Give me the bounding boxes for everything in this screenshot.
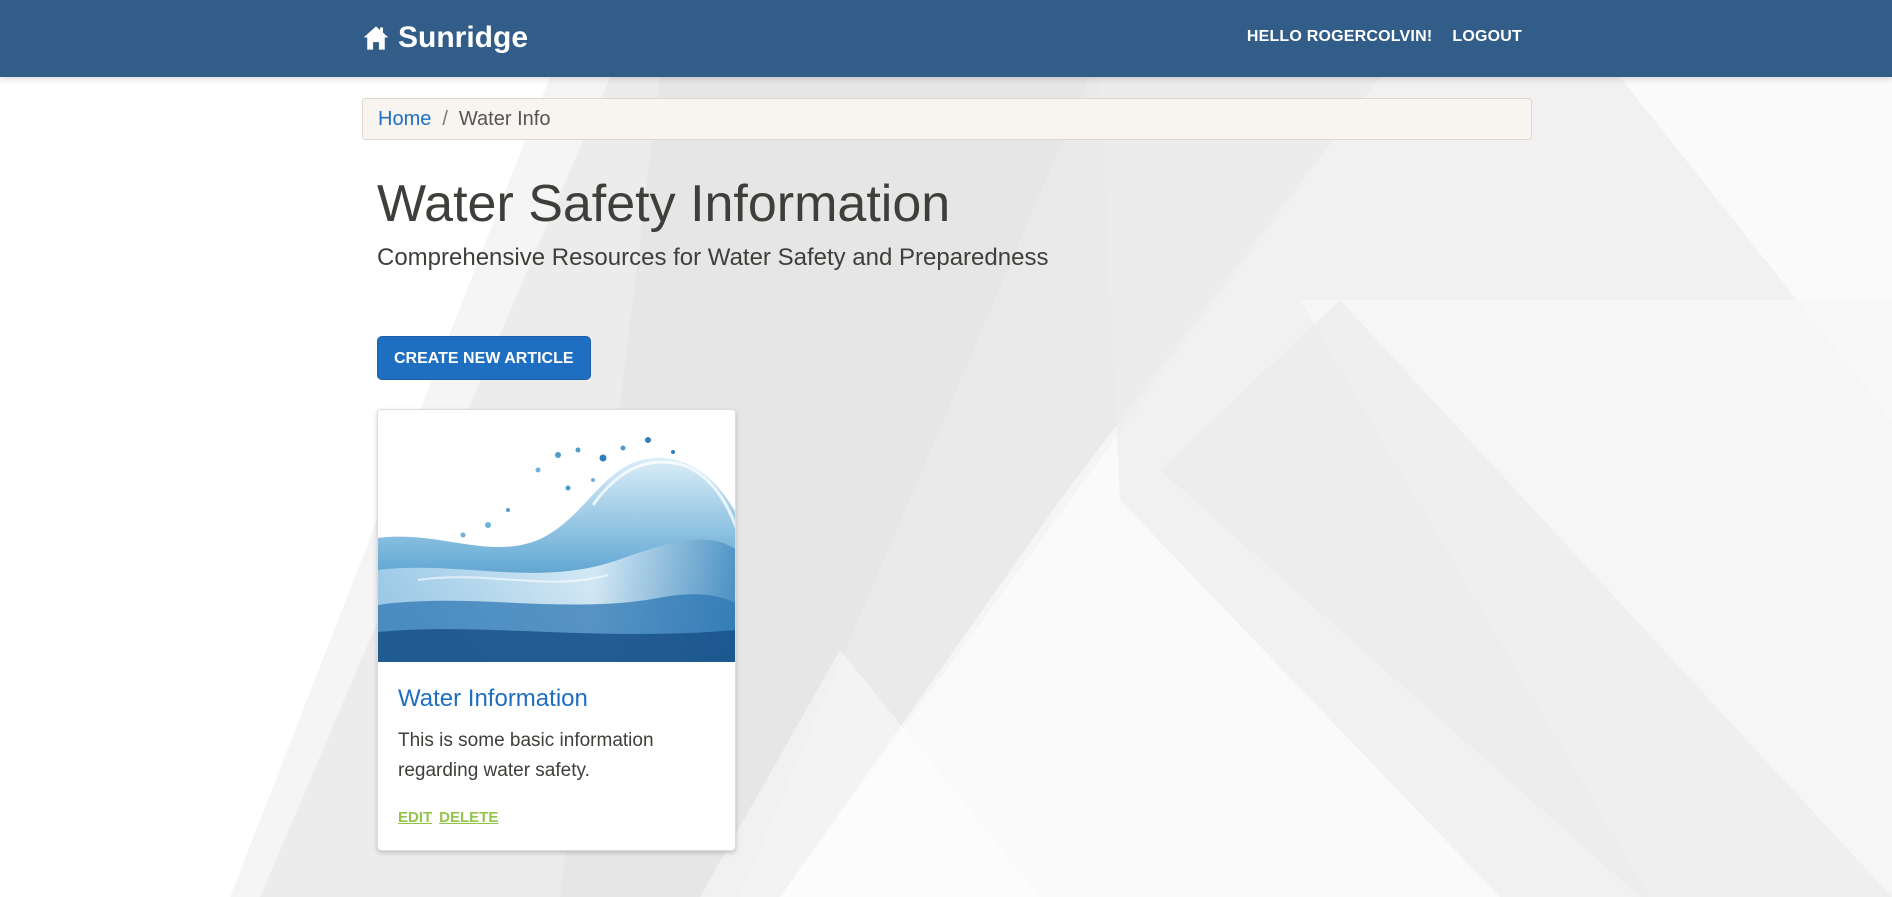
article-card: Water Information This is some basic inf… — [377, 409, 736, 851]
breadcrumb-current: Water Info — [458, 107, 551, 130]
top-navbar: Sunridge HELLO ROGERCOLVIN! LOGOUT — [0, 0, 1892, 77]
breadcrumb-separator: / — [442, 107, 448, 130]
brand-name: Sunridge — [398, 21, 529, 54]
article-summary: This is some basic information regarding… — [398, 730, 654, 781]
breadcrumb-home-link[interactable]: Home — [378, 108, 431, 131]
article-actions: EDIT DELETE — [398, 809, 715, 826]
main-content: Home / Water Info Water Safety Informati… — [362, 77, 1532, 851]
create-article-button[interactable]: CREATE NEW ARTICLE — [377, 336, 591, 380]
page-title: Water Safety Information — [377, 175, 951, 233]
article-card-body: Water Information This is some basic inf… — [378, 662, 735, 826]
brand-link[interactable]: Sunridge — [362, 19, 528, 57]
edit-article-link[interactable]: EDIT — [398, 809, 432, 826]
breadcrumb: Home / Water Info — [362, 98, 1532, 140]
article-image — [378, 410, 735, 662]
page-subtitle: Comprehensive Resources for Water Safety… — [377, 244, 1049, 271]
user-greeting-link[interactable]: HELLO ROGERCOLVIN! — [1247, 27, 1433, 47]
delete-article-link[interactable]: DELETE — [439, 809, 498, 826]
home-icon — [363, 26, 389, 50]
article-title[interactable]: Water Information — [398, 684, 715, 714]
logout-link[interactable]: LOGOUT — [1452, 27, 1522, 47]
nav-user-menu: HELLO ROGERCOLVIN! LOGOUT — [1247, 27, 1522, 47]
